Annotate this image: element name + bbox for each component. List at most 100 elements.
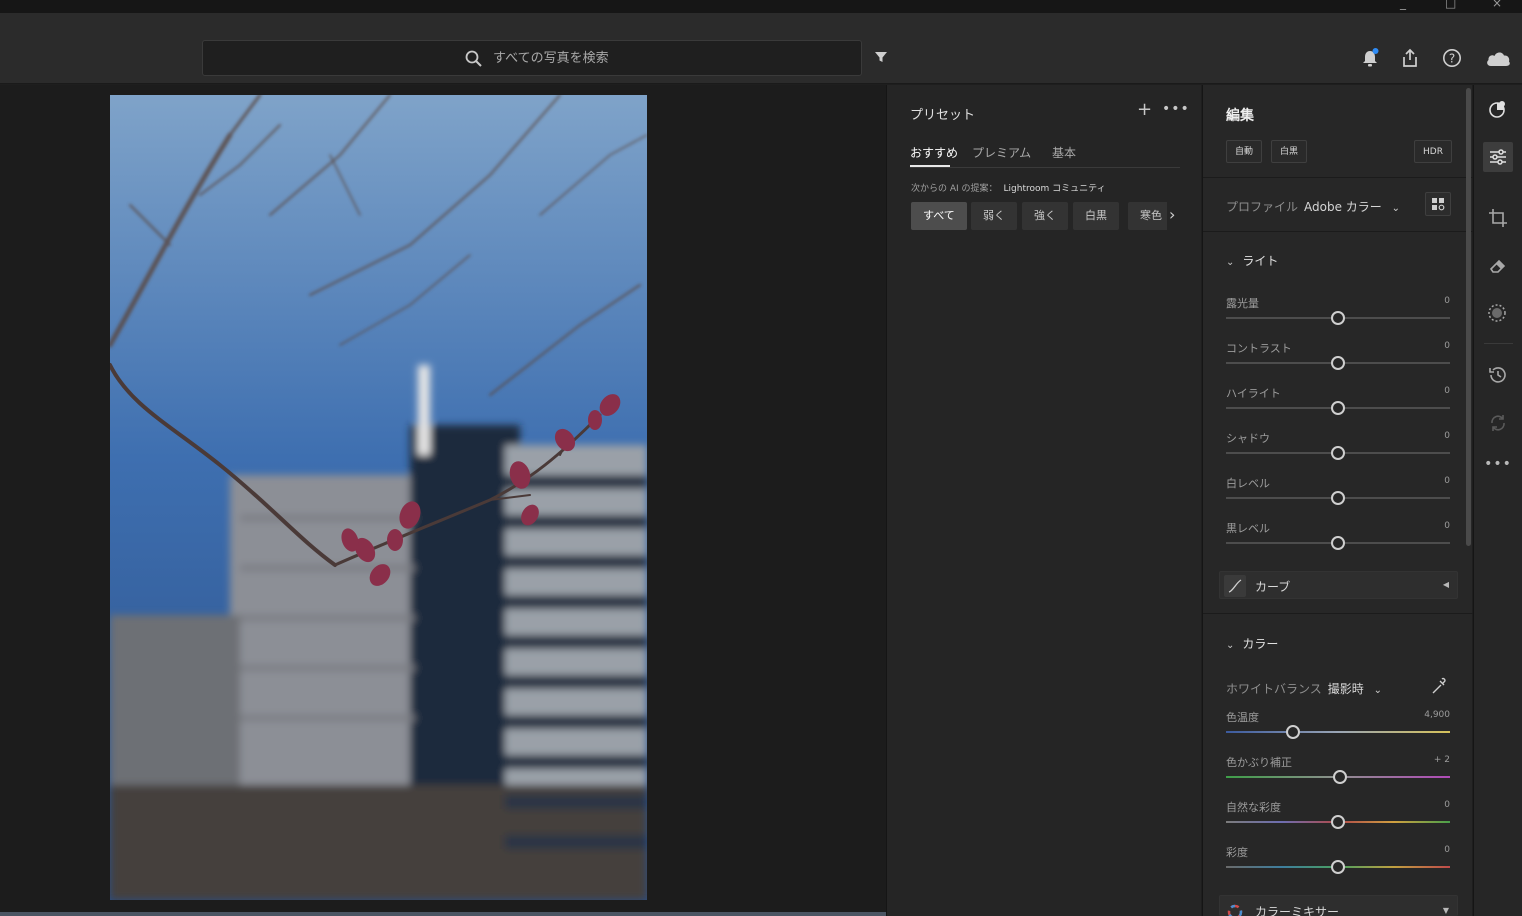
presets-more-button[interactable]: ••• bbox=[1162, 101, 1190, 117]
slider-thumb[interactable] bbox=[1331, 401, 1345, 415]
share-icon[interactable] bbox=[1401, 48, 1419, 68]
slider-label: 白レベル bbox=[1226, 477, 1270, 490]
curve-label: カーブ bbox=[1255, 580, 1291, 594]
presets-panel: プリセット + ••• おすすめ プレミアム 基本 次からの AI の提案： Li… bbox=[886, 85, 1201, 916]
tool-strip: ••• bbox=[1473, 85, 1522, 916]
ai-suggestion-source: 次からの AI の提案： Lightroom コミュニティ bbox=[911, 181, 1106, 194]
slider-thumb[interactable] bbox=[1331, 491, 1345, 505]
tool-divider bbox=[1484, 343, 1513, 344]
slider-label: 彩度 bbox=[1226, 846, 1248, 859]
filmstrip[interactable] bbox=[0, 912, 886, 916]
filter-icon[interactable] bbox=[874, 50, 888, 64]
slider-value[interactable]: 0 bbox=[1444, 800, 1450, 810]
light-section-header[interactable]: ⌄ ライト bbox=[1226, 252, 1278, 269]
slider-thumb[interactable] bbox=[1331, 311, 1345, 325]
help-icon[interactable]: ? bbox=[1442, 48, 1462, 68]
shadows-slider[interactable]: シャドウ 0 bbox=[1226, 430, 1450, 470]
notification-bell-icon[interactable] bbox=[1361, 48, 1379, 68]
chip-all[interactable]: すべて bbox=[911, 202, 967, 230]
versions-tool[interactable] bbox=[1483, 360, 1513, 390]
slider-value[interactable]: 0 bbox=[1444, 521, 1450, 531]
presets-tool[interactable] bbox=[1483, 94, 1513, 124]
chip-subtle[interactable]: 弱く bbox=[971, 202, 1017, 230]
white-balance-value: 撮影時 bbox=[1327, 682, 1364, 696]
slider-thumb[interactable] bbox=[1331, 446, 1345, 460]
profile-browser-button[interactable] bbox=[1425, 192, 1451, 216]
slider-value[interactable]: 4,900 bbox=[1424, 710, 1450, 720]
bw-button[interactable]: 白黒 bbox=[1271, 140, 1308, 163]
sync-tool[interactable] bbox=[1483, 408, 1513, 438]
whites-slider[interactable]: 白レベル 0 bbox=[1226, 475, 1450, 515]
divider bbox=[1203, 231, 1473, 232]
slider-thumb[interactable] bbox=[1331, 815, 1345, 829]
crop-tool[interactable] bbox=[1483, 203, 1513, 233]
slider-label: 色かぶり補正 bbox=[1226, 756, 1292, 769]
edit-tool[interactable] bbox=[1483, 142, 1513, 172]
maximize-icon[interactable]: □ bbox=[1445, 0, 1456, 10]
curve-icon bbox=[1224, 575, 1246, 597]
slider-value[interactable]: 0 bbox=[1444, 845, 1450, 855]
slider-thumb[interactable] bbox=[1333, 770, 1348, 784]
slider-label: ハイライト bbox=[1226, 387, 1281, 400]
search-input[interactable] bbox=[493, 49, 793, 67]
eraser-icon bbox=[1489, 259, 1506, 273]
add-preset-button[interactable]: + bbox=[1137, 99, 1152, 120]
slider-thumb[interactable] bbox=[1331, 860, 1345, 874]
more-tools[interactable]: ••• bbox=[1483, 449, 1513, 479]
highlights-slider[interactable]: ハイライト 0 bbox=[1226, 385, 1450, 425]
slider-value[interactable]: + 2 bbox=[1434, 755, 1450, 765]
caret-down-icon: ▼ bbox=[1442, 906, 1449, 915]
slider-value[interactable]: 0 bbox=[1444, 476, 1450, 486]
auto-button[interactable]: 自動 bbox=[1226, 140, 1263, 163]
white-balance-selector[interactable]: ホワイトバランス 撮影時 ⌄ bbox=[1226, 680, 1382, 697]
healing-tool[interactable] bbox=[1483, 251, 1513, 281]
minimize-icon[interactable]: _ bbox=[1400, 0, 1406, 10]
color-mixer-section[interactable]: カラーミキサー ▼ bbox=[1219, 895, 1458, 916]
chip-bw[interactable]: 白黒 bbox=[1073, 202, 1119, 230]
tint-slider[interactable]: 色かぶり補正 + 2 bbox=[1226, 754, 1450, 794]
profile-label: プロファイル bbox=[1226, 200, 1299, 214]
chevron-down-icon: ⌄ bbox=[1391, 203, 1401, 214]
eyedropper-icon[interactable] bbox=[1431, 677, 1447, 695]
slider-thumb[interactable] bbox=[1286, 725, 1301, 739]
tab-basic[interactable]: 基本 bbox=[1052, 144, 1076, 161]
masking-tool[interactable] bbox=[1483, 299, 1513, 329]
chevron-right-icon[interactable]: › bbox=[1169, 205, 1175, 224]
slider-thumb[interactable] bbox=[1331, 356, 1345, 370]
crop-icon bbox=[1489, 209, 1507, 227]
svg-text:?: ? bbox=[1449, 52, 1455, 66]
slider-value[interactable]: 0 bbox=[1444, 386, 1450, 396]
contrast-slider[interactable]: コントラスト 0 bbox=[1226, 340, 1450, 380]
light-section-title: ライト bbox=[1242, 254, 1279, 268]
close-icon[interactable]: × bbox=[1492, 0, 1502, 10]
cloud-sync-icon[interactable] bbox=[1485, 50, 1511, 68]
profile-selector[interactable]: プロファイル Adobe カラー ⌄ bbox=[1226, 198, 1400, 215]
color-wheel-icon bbox=[1224, 899, 1246, 916]
slider-thumb[interactable] bbox=[1331, 536, 1345, 550]
vibrance-slider[interactable]: 自然な彩度 0 bbox=[1226, 799, 1450, 839]
edited-photo bbox=[110, 95, 647, 900]
ai-suggestion-prefix: 次からの AI の提案： bbox=[911, 184, 998, 194]
curve-section[interactable]: カーブ ◀ bbox=[1219, 571, 1458, 599]
slider-value[interactable]: 0 bbox=[1444, 296, 1450, 306]
color-section-header[interactable]: ⌄ カラー bbox=[1226, 635, 1278, 652]
slider-value[interactable]: 0 bbox=[1444, 341, 1450, 351]
chip-cool[interactable]: 寒色 bbox=[1128, 202, 1167, 230]
hdr-button[interactable]: HDR bbox=[1414, 140, 1452, 163]
slider-track[interactable] bbox=[1226, 731, 1450, 733]
edit-panel: 編集 自動 白黒 HDR プロファイル Adobe カラー ⌄ ⌄ ライト 露光量 … bbox=[1202, 85, 1473, 916]
tab-recommended[interactable]: おすすめ bbox=[910, 144, 958, 161]
presets-tabs: おすすめ プレミアム 基本 bbox=[910, 144, 1180, 168]
slider-value[interactable]: 0 bbox=[1444, 431, 1450, 441]
edit-panel-scrollbar[interactable] bbox=[1466, 88, 1471, 546]
chip-strong[interactable]: 強く bbox=[1022, 202, 1068, 230]
slider-label: コントラスト bbox=[1226, 342, 1292, 355]
exposure-slider[interactable]: 露光量 0 bbox=[1226, 295, 1450, 335]
blacks-slider[interactable]: 黒レベル 0 bbox=[1226, 520, 1450, 560]
tab-premium[interactable]: プレミアム bbox=[972, 144, 1031, 161]
active-tab-indicator bbox=[910, 165, 950, 167]
temperature-slider[interactable]: 色温度 4,900 bbox=[1226, 709, 1450, 749]
saturation-slider[interactable]: 彩度 0 bbox=[1226, 844, 1450, 884]
search-box[interactable] bbox=[202, 40, 862, 76]
sliders-icon bbox=[1490, 149, 1506, 165]
